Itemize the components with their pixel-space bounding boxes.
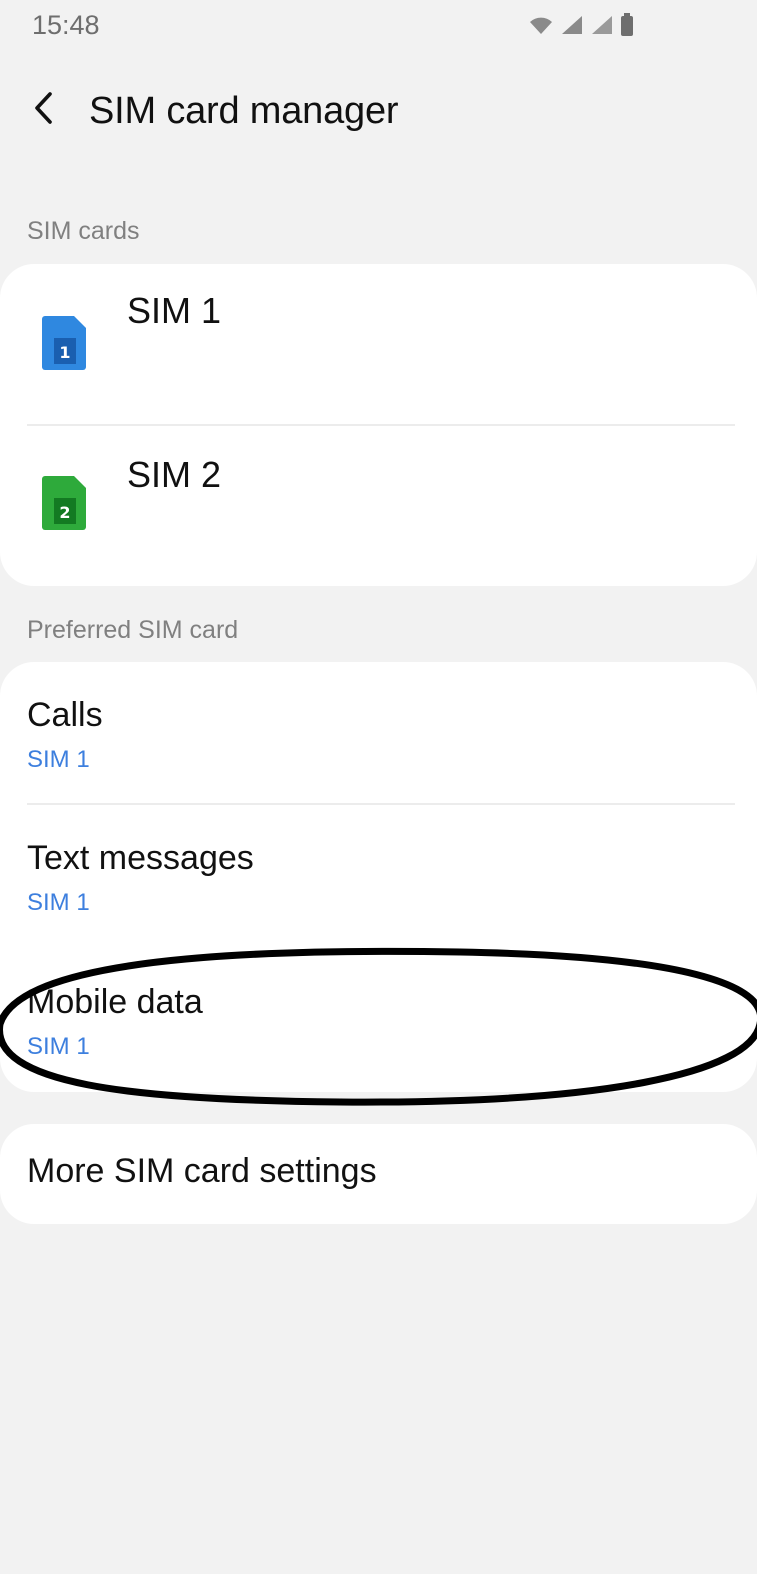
preferred-item-title: Mobile data xyxy=(27,983,203,1021)
app-header: SIM card manager xyxy=(0,70,757,154)
preferred-item-text-messages[interactable]: Text messages SIM 1 xyxy=(0,805,757,947)
sim-cards-section-label: SIM cards xyxy=(27,217,140,245)
signal-sim1-icon xyxy=(560,14,584,36)
preferred-item-value: SIM 1 xyxy=(27,746,90,773)
preferred-sim-section-label: Preferred SIM card xyxy=(27,616,239,644)
status-bar: 15:48 xyxy=(0,0,757,52)
more-sim-card-settings-label: More SIM card settings xyxy=(27,1152,377,1190)
sim-item-sim2[interactable]: 2 SIM 2 xyxy=(0,426,757,586)
status-time: 15:48 xyxy=(32,10,100,40)
preferred-item-title: Calls xyxy=(27,696,103,734)
preferred-item-value: SIM 1 xyxy=(27,1033,90,1060)
preferred-item-calls[interactable]: Calls SIM 1 xyxy=(0,662,757,804)
sim2-badge: 2 xyxy=(59,503,70,522)
back-button[interactable] xyxy=(22,88,66,132)
sim-cards-card: 1 SIM 1 2 SIM 2 xyxy=(0,264,757,586)
sim-item-sim1[interactable]: 1 SIM 1 xyxy=(0,264,757,424)
preferred-sim-card: Calls SIM 1 Text messages SIM 1 Mobile d… xyxy=(0,662,757,1092)
sim-card-icon: 1 xyxy=(42,316,86,370)
preferred-item-value: SIM 1 xyxy=(27,889,90,916)
sim-card-manager-screen: 15:48 SIM card manager SIM cards 1 SIM 1… xyxy=(0,0,757,1574)
status-icons xyxy=(528,10,648,40)
page-title: SIM card manager xyxy=(89,90,399,132)
preferred-item-mobile-data[interactable]: Mobile data SIM 1 xyxy=(0,949,757,1091)
chevron-left-icon xyxy=(32,90,56,131)
battery-icon xyxy=(620,13,634,37)
more-settings-card: More SIM card settings xyxy=(0,1124,757,1224)
sim-card-icon: 2 xyxy=(42,476,86,530)
sim1-badge: 1 xyxy=(59,343,70,362)
more-sim-card-settings-item[interactable]: More SIM card settings xyxy=(0,1124,757,1224)
sim-name: SIM 1 xyxy=(127,290,222,331)
preferred-item-title: Text messages xyxy=(27,839,254,877)
sim-name: SIM 2 xyxy=(127,454,222,495)
wifi-icon xyxy=(528,14,554,36)
signal-sim2-icon xyxy=(590,14,614,36)
